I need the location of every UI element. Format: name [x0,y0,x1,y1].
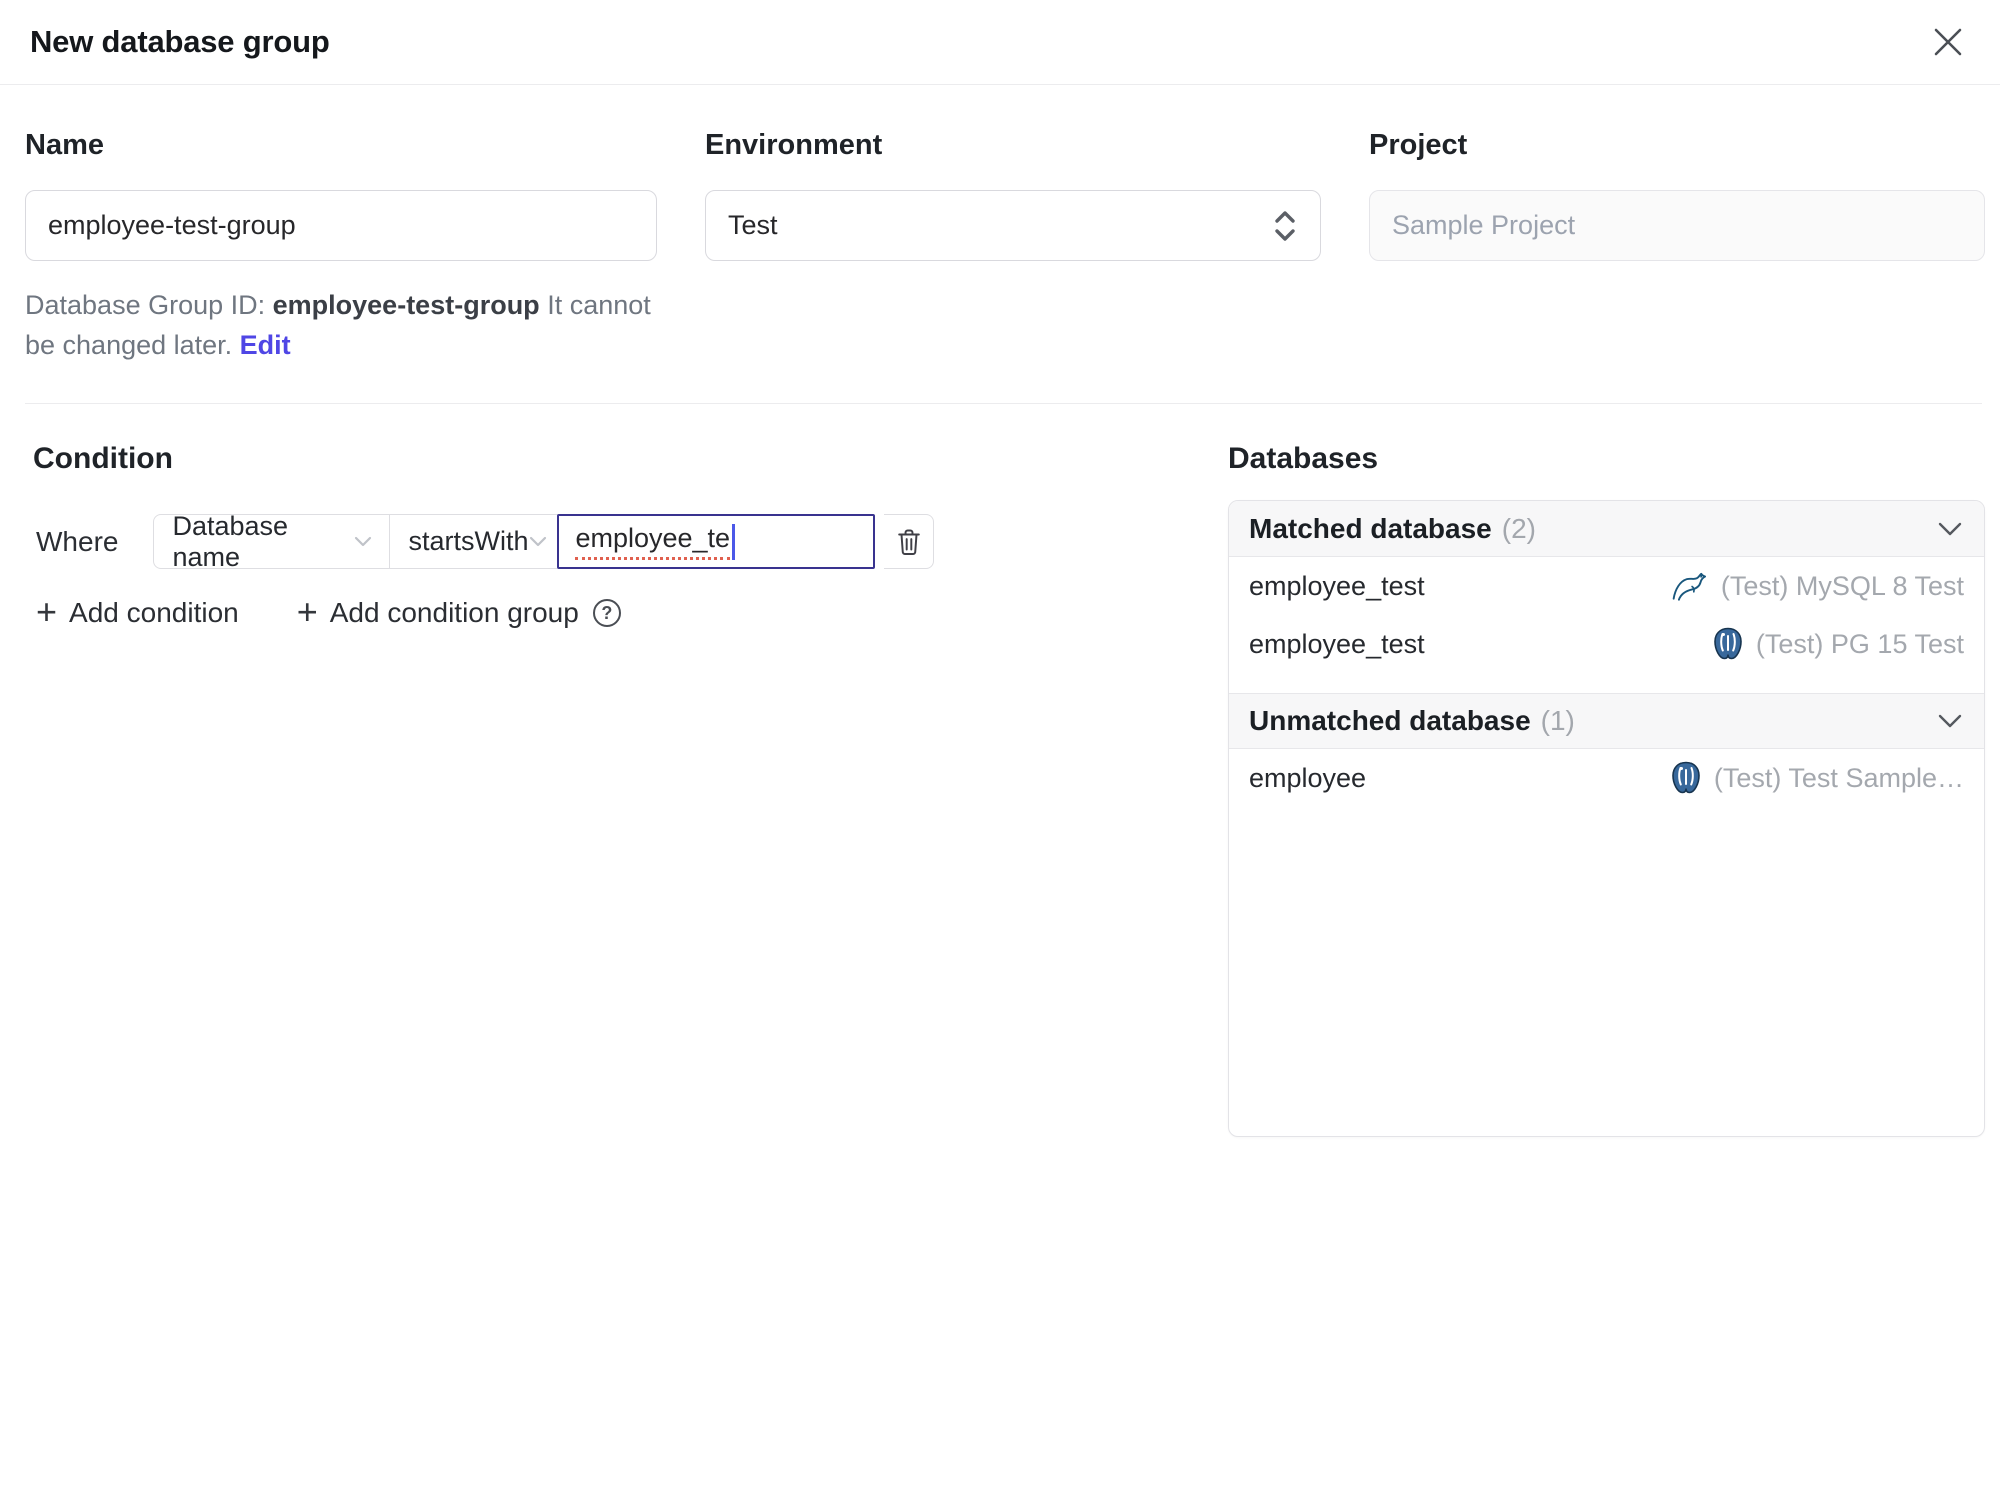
environment-select-value: Test [728,210,778,240]
matched-database-header[interactable]: Matched database (2) [1229,501,1984,557]
edit-id-link[interactable]: Edit [240,330,291,360]
matched-database-count: (2) [1501,512,1536,544]
instance-info: (Test) Test Sample… [1670,761,1964,795]
condition-operator-select-value: startsWith [408,526,529,556]
instance-label: (Test) MySQL 8 Test [1720,570,1964,601]
matched-database-title: Matched database [1249,512,1492,544]
table-row[interactable]: employee (Test) Test Sample… [1229,749,1984,807]
postgres-icon [1670,761,1702,795]
condition-operator-select[interactable]: startsWith [390,514,559,569]
text-caret [732,523,736,560]
chevron-down-icon [353,535,373,549]
delete-condition-button[interactable] [884,514,935,569]
lower-grid: Condition Where Database name startsWith… [0,404,2000,1137]
where-label: Where [36,525,119,557]
project-field-group: Project [1369,129,1985,365]
table-row[interactable]: employee_test (Test) PG 15 Test [1229,615,1984,673]
name-input[interactable] [25,190,657,261]
instance-info: (Test) MySQL 8 Test [1671,571,1964,602]
form-grid: Name Database Group ID: employee-test-gr… [0,85,2000,365]
instance-label: (Test) Test Sample… [1713,762,1964,793]
condition-field-select[interactable]: Database name [153,511,391,572]
database-name: employee_test [1249,628,1425,659]
database-name: employee [1249,762,1367,793]
condition-heading: Condition [33,442,173,475]
condition-field-select-value: Database name [172,510,289,572]
project-input [1369,190,1985,261]
dialog-header: New database group [0,0,2000,85]
environment-field-group: Environment Test [705,129,1321,365]
environment-select[interactable]: Test [705,190,1321,261]
close-icon [1931,25,1965,59]
trash-icon [895,527,923,557]
condition-section: Condition Where Database name startsWith… [25,442,1200,631]
instance-label: (Test) PG 15 Test [1755,628,1964,659]
group-id-value: employee-test-group [272,290,540,320]
unmatched-database-rows: employee (Test) Test Sample… [1229,749,1984,827]
stepper-icon [1272,208,1298,244]
chevron-down-icon [1936,712,1964,730]
environment-label: Environment [705,129,883,161]
close-button[interactable] [1926,20,1970,64]
databases-heading: Databases [1228,442,1379,475]
name-field-group: Name Database Group ID: employee-test-gr… [25,129,657,365]
chevron-down-icon [1936,520,1964,538]
plus-icon: + [296,591,318,632]
add-links-row: + Add condition + Add condition group ? [36,591,1200,632]
group-id-prefix: Database Group ID: [25,290,273,320]
database-name: employee_test [1249,570,1425,601]
databases-panel: Matched database (2) employee_test (Test… [1228,500,1985,1137]
add-condition-group-label: Add condition group [329,597,579,628]
add-condition-group-button[interactable]: + Add condition group ? [296,591,621,632]
name-label: Name [25,129,104,161]
matched-database-rows: employee_test (Test) MySQL 8 Test employ… [1229,557,1984,693]
mysql-icon [1671,571,1709,601]
condition-value-input[interactable]: employee_te [557,514,876,569]
unmatched-database-count: (1) [1540,705,1575,736]
condition-row: Where Database name startsWith employee_… [36,511,1200,572]
instance-info: (Test) PG 15 Test [1712,627,1964,661]
unmatched-database-header[interactable]: Unmatched database (1) [1229,693,1984,749]
project-label: Project [1369,129,1468,161]
help-icon[interactable]: ? [592,599,621,627]
condition-value-text: employee_te [575,523,731,560]
add-condition-button[interactable]: + Add condition [36,591,239,632]
page-title: New database group [30,24,330,59]
unmatched-database-title: Unmatched database [1249,705,1531,736]
group-id-help-text: Database Group ID: employee-test-group I… [25,285,657,365]
databases-section: Databases Matched database (2) employee_… [1228,442,1985,1137]
table-row[interactable]: employee_test (Test) MySQL 8 Test [1229,557,1984,615]
chevron-down-icon [528,535,548,549]
plus-icon: + [36,591,58,632]
add-condition-label: Add condition [69,597,239,628]
postgres-icon [1712,627,1744,661]
